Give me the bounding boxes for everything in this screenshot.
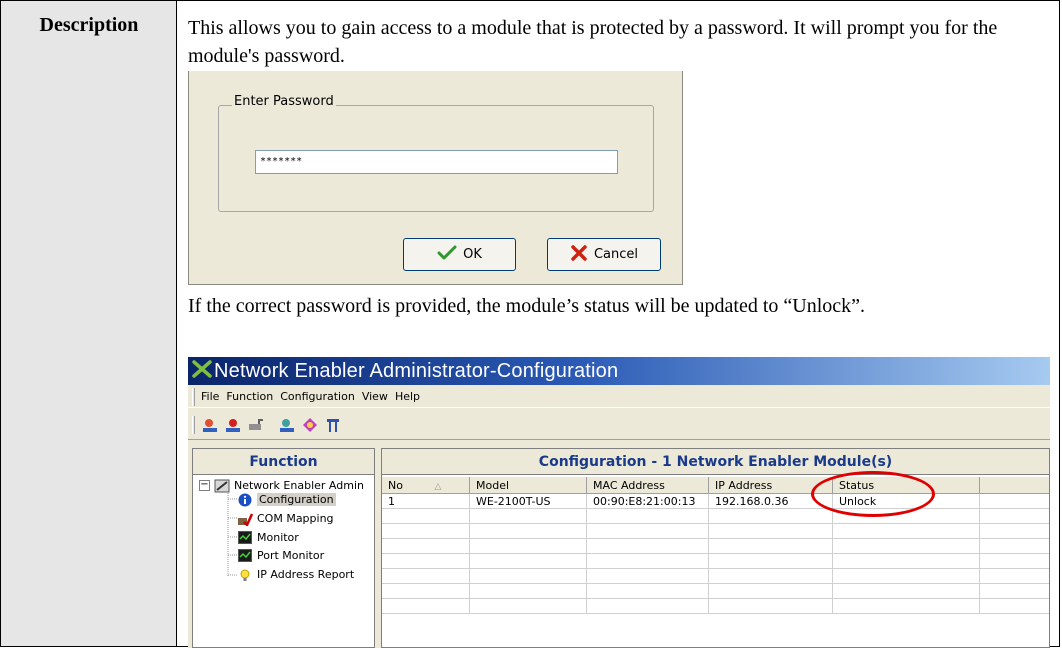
unlock-module-icon[interactable] [247,416,265,434]
title-bar: Network Enabler Administrator-Configurat… [188,357,1050,385]
checkmark-icon [437,245,457,265]
sort-ascending-icon: △ [434,482,442,492]
com-mapping-icon [237,512,253,526]
menu-view[interactable]: View [362,390,388,403]
function-header: Function [193,449,374,475]
label-cell: Description [1,1,177,646]
empty-row [382,569,1049,584]
port-monitor-icon [237,549,253,563]
cell-no: 1 [382,494,470,508]
function-pane: Function − Network Enabler Admin Configu… [192,448,375,648]
column-header-mac[interactable]: MAC Address [587,477,709,493]
module-grid: No △ Model MAC Address IP Address Status… [382,477,1049,614]
cancel-label: Cancel [593,247,639,262]
menu-help[interactable]: Help [395,390,420,403]
configuration-pane: Configuration - 1 Network Enabler Module… [381,448,1050,648]
column-header-extra[interactable] [980,477,1049,493]
empty-row [382,554,1049,569]
toolbar-grip [192,415,195,434]
network-icon [214,479,230,493]
upgrade-icon[interactable] [324,416,342,434]
export-icon[interactable] [301,416,319,434]
password-input[interactable]: ******* [255,150,618,174]
lightbulb-icon [237,568,253,582]
empty-row [382,539,1049,554]
tree-root[interactable]: − Network Enabler Admin [199,478,364,493]
ok-button[interactable]: OK [403,238,516,271]
password-dialog: Enter Password ******* OK Cancel [188,71,683,285]
result-paragraph: If the correct password is provided, the… [188,295,866,317]
column-header-no[interactable]: No △ [382,477,470,493]
tree-item-port-monitor[interactable]: Port Monitor [237,548,324,563]
content-cell: This allows you to gain access to a modu… [178,1,1059,648]
menu-bar: File Function Configuration View Help [188,386,1050,408]
app-logo-icon [192,360,212,382]
monitor-icon [237,531,253,545]
column-header-model[interactable]: Model [470,477,587,493]
tree-item-com-mapping[interactable]: COM Mapping [237,511,334,526]
menu-function[interactable]: Function [226,390,273,403]
tree-item-label: Monitor [257,531,299,544]
tree-item-configuration[interactable]: Configuration [237,492,336,507]
tree-item-label: IP Address Report [257,568,355,581]
menu-grip [192,387,195,406]
cancel-button[interactable]: Cancel [547,238,661,271]
tree-root-label: Network Enabler Admin [234,479,364,492]
collapse-icon[interactable]: − [199,480,210,491]
tree-item-label: Configuration [257,493,336,506]
info-icon [237,493,253,507]
row-label: Description [39,14,139,36]
password-group-label: Enter Password [232,94,336,109]
empty-row [382,584,1049,599]
menu-file[interactable]: File [201,390,219,403]
cell-model: WE-2100T-US [470,494,587,508]
intro-paragraph: This allows you to gain access to a modu… [188,17,998,67]
configuration-header: Configuration - 1 Network Enabler Module… [382,449,1049,475]
cancel-x-icon [570,244,588,265]
tree-item-ip-address-report[interactable]: IP Address Report [237,567,354,582]
ok-label: OK [463,247,482,262]
empty-row [382,599,1049,614]
window-title: Network Enabler Administrator-Configurat… [214,359,619,382]
table-row[interactable]: 1 WE-2100T-US 00:90:E8:21:00:13 192.168.… [382,494,1049,509]
status-highlight-circle [811,471,935,517]
tree-item-label: COM Mapping [257,512,334,525]
tree-item-label: Port Monitor [257,549,325,562]
cell-mac: 00:90:E8:21:00:13 [587,494,709,508]
tree-item-monitor[interactable]: Monitor [237,530,299,545]
menu-configuration[interactable]: Configuration [280,390,355,403]
toolbar [188,410,1050,440]
empty-row [382,524,1049,539]
cell-extra [980,494,1049,508]
grid-header: No △ Model MAC Address IP Address Status [382,477,1049,494]
search-module-icon[interactable] [201,416,219,434]
empty-row [382,509,1049,524]
description-table: Description This allows you to gain acce… [0,0,1060,648]
import-icon[interactable] [278,416,296,434]
locate-module-icon[interactable] [224,416,242,434]
